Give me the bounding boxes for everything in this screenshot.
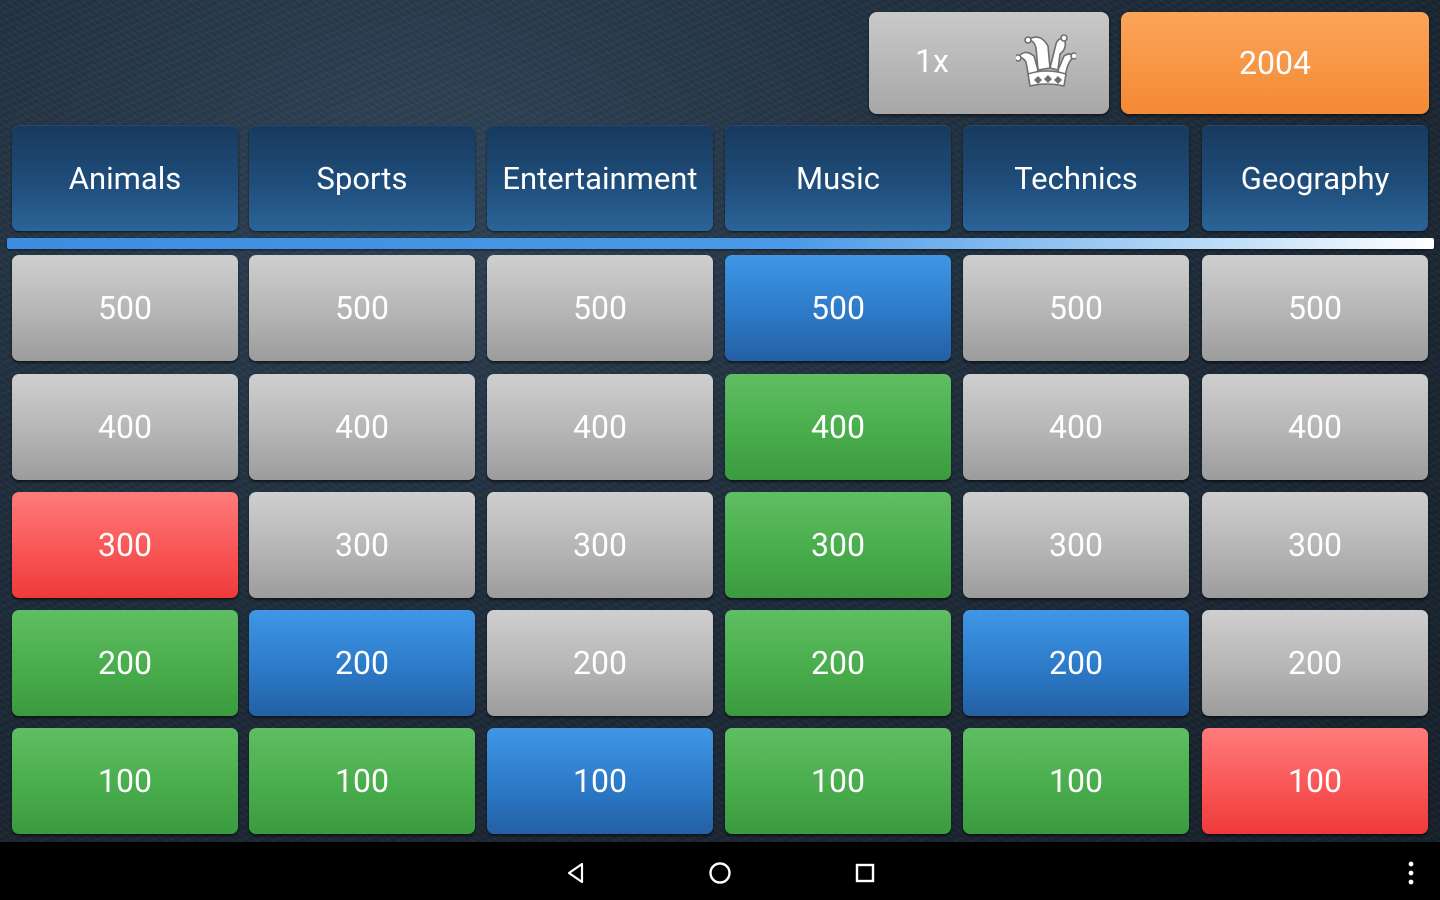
overflow-menu-button[interactable]	[1396, 858, 1426, 888]
tile-geography-400[interactable]: 400	[1202, 374, 1428, 480]
tile-entertainment-100[interactable]: 100	[487, 728, 713, 834]
tile-technics-300[interactable]: 300	[963, 492, 1189, 598]
tile-technics-200[interactable]: 200	[963, 610, 1189, 716]
tile-geography-300[interactable]: 300	[1202, 492, 1428, 598]
back-icon	[567, 862, 584, 884]
tile-animals-400[interactable]: 400	[12, 374, 238, 480]
recents-icon	[855, 863, 875, 883]
jester-hat-icon	[1016, 34, 1076, 87]
back-button[interactable]	[561, 858, 591, 888]
category-geography: Geography	[1202, 125, 1428, 231]
tile-animals-100[interactable]: 100	[12, 728, 238, 834]
tile-sports-200[interactable]: 200	[249, 610, 475, 716]
tile-technics-400[interactable]: 400	[963, 374, 1189, 480]
category-sports: Sports	[249, 125, 475, 231]
tile-sports-500[interactable]: 500	[249, 255, 475, 361]
tile-geography-100[interactable]: 100	[1202, 728, 1428, 834]
header-divider	[7, 238, 1434, 249]
tile-sports-400[interactable]: 400	[249, 374, 475, 480]
year-display[interactable]: 2004	[1121, 12, 1429, 114]
home-icon	[709, 862, 731, 884]
tile-geography-200[interactable]: 200	[1202, 610, 1428, 716]
tile-music-200[interactable]: 200	[725, 610, 951, 716]
recents-button[interactable]	[850, 858, 880, 888]
category-technics: Technics	[963, 125, 1189, 231]
tile-entertainment-300[interactable]: 300	[487, 492, 713, 598]
game-screen: 1x 2004 Animals Sports Entertainment Mus…	[0, 0, 1440, 842]
category-entertainment: Entertainment	[487, 125, 713, 231]
tile-music-300[interactable]: 300	[725, 492, 951, 598]
tile-entertainment-200[interactable]: 200	[487, 610, 713, 716]
tile-music-100[interactable]: 100	[725, 728, 951, 834]
tile-technics-500[interactable]: 500	[963, 255, 1189, 361]
tile-sports-100[interactable]: 100	[249, 728, 475, 834]
home-button[interactable]	[705, 858, 735, 888]
tile-music-400[interactable]: 400	[725, 374, 951, 480]
tile-sports-300[interactable]: 300	[249, 492, 475, 598]
tile-music-500[interactable]: 500	[725, 255, 951, 361]
tile-technics-100[interactable]: 100	[963, 728, 1189, 834]
category-music: Music	[725, 125, 951, 231]
multiplier-button[interactable]: 1x	[869, 12, 1109, 114]
tile-animals-300[interactable]: 300	[12, 492, 238, 598]
multiplier-label: 1x	[915, 42, 949, 80]
tile-entertainment-500[interactable]: 500	[487, 255, 713, 361]
tile-animals-500[interactable]: 500	[12, 255, 238, 361]
tile-animals-200[interactable]: 200	[12, 610, 238, 716]
tile-entertainment-400[interactable]: 400	[487, 374, 713, 480]
tile-geography-500[interactable]: 500	[1202, 255, 1428, 361]
category-animals: Animals	[12, 125, 238, 231]
overflow-menu-icon	[1408, 861, 1414, 885]
